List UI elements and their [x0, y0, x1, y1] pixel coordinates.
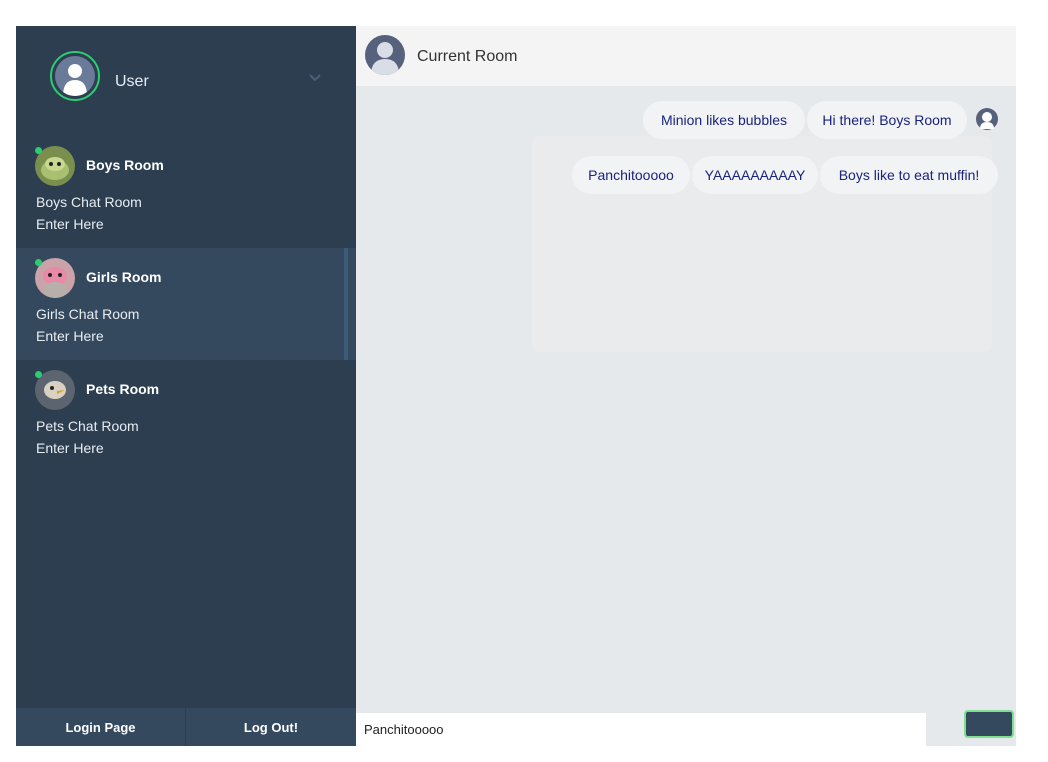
chevron-down-icon[interactable] [308, 71, 322, 85]
user-avatar-icon [975, 107, 999, 131]
message-bubble: Minion likes bubbles [643, 101, 805, 139]
chat-main: Current Room Minion likes bubbles Hi the… [356, 26, 1016, 746]
logout-button[interactable]: Log Out! [186, 708, 356, 746]
sidebar: User Boys Room Boys Chat Room Enter Here [16, 26, 356, 746]
room-title: Current Room [417, 48, 518, 65]
online-indicator [35, 259, 42, 266]
room-enter-link[interactable]: Enter Here [36, 440, 104, 456]
user-avatar[interactable] [50, 51, 100, 101]
user-avatar-icon [365, 35, 405, 75]
profile-header: User [16, 26, 356, 136]
room-description: Boys Chat Room [36, 194, 142, 210]
active-indicator [344, 248, 348, 360]
room-item-pets[interactable]: Pets Room Pets Chat Room Enter Here [16, 360, 356, 472]
room-name: Girls Room [86, 269, 162, 285]
room-item-girls[interactable]: Girls Room Girls Chat Room Enter Here [16, 248, 356, 360]
room-enter-link[interactable]: Enter Here [36, 216, 104, 232]
user-name: User [115, 73, 149, 90]
message-input[interactable] [356, 713, 926, 746]
room-header: Current Room [356, 26, 1016, 86]
user-avatar-icon [55, 56, 95, 96]
room-description: Pets Chat Room [36, 418, 139, 434]
room-name: Pets Room [86, 381, 160, 397]
message-bubble: Boys like to eat muffin! [820, 156, 998, 194]
room-item-boys[interactable]: Boys Room Boys Chat Room Enter Here [16, 136, 356, 248]
message-bubble: Hi there! Boys Room [807, 101, 967, 139]
room-description: Girls Chat Room [36, 306, 140, 322]
room-name: Boys Room [86, 157, 164, 173]
send-button[interactable] [964, 710, 1014, 738]
room-enter-link[interactable]: Enter Here [36, 328, 104, 344]
message-bubble: YAAAAAAAAAY [692, 156, 818, 194]
online-indicator [35, 371, 42, 378]
message-bubble: Panchitooooo [572, 156, 690, 194]
login-page-button[interactable]: Login Page [16, 708, 186, 746]
online-indicator [35, 147, 42, 154]
